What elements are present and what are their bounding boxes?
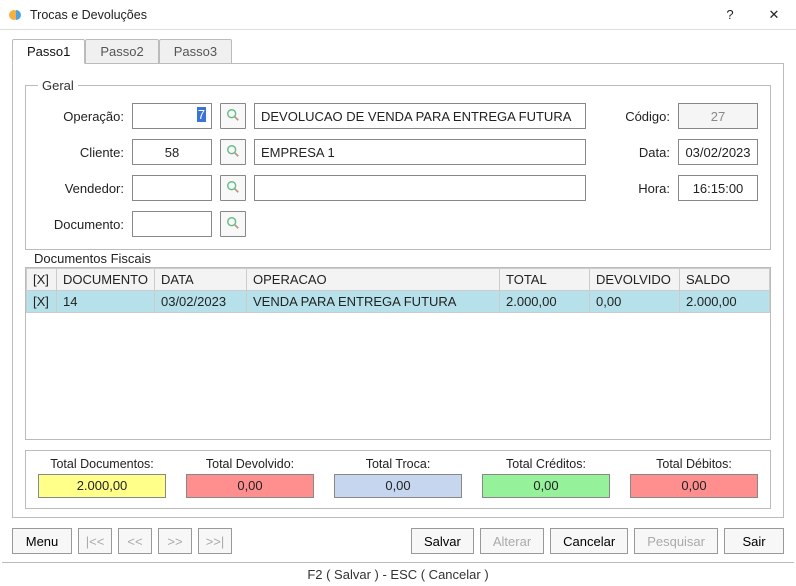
total-documentos-value: 2.000,00 [38, 474, 166, 498]
operacao-desc-input[interactable] [254, 103, 586, 129]
nav-prev-button[interactable]: << [118, 528, 152, 554]
operacao-code-value: 7 [197, 107, 206, 122]
cell-operacao: VENDA PARA ENTREGA FUTURA [246, 291, 499, 313]
totals-bar: Total Documentos: 2.000,00 Total Devolvi… [25, 450, 771, 509]
total-documentos: Total Documentos: 2.000,00 [38, 457, 166, 498]
window-title: Trocas e Devoluções [30, 8, 708, 22]
tab-passo1[interactable]: Passo1 [12, 39, 85, 64]
tab-passo3[interactable]: Passo3 [159, 39, 232, 64]
total-devolvido-label: Total Devolvido: [186, 457, 314, 471]
cliente-desc-input[interactable] [254, 139, 586, 165]
cell-total: 2.000,00 [500, 291, 590, 313]
documento-input[interactable] [132, 211, 212, 237]
label-operacao: Operação: [38, 109, 124, 124]
hora-input[interactable] [678, 175, 758, 201]
label-documento: Documento: [38, 217, 124, 232]
alterar-button[interactable]: Alterar [480, 528, 544, 554]
cell-sel[interactable]: [X] [27, 291, 57, 313]
status-text: F2 ( Salvar ) - ESC ( Cancelar ) [307, 567, 488, 582]
group-geral: Geral Operação: 7 Código: Cliente: [25, 78, 771, 250]
total-troca: Total Troca: 0,00 [334, 457, 462, 498]
legend-geral: Geral [38, 78, 78, 93]
total-debitos: Total Débitos: 0,00 [630, 457, 758, 498]
label-hora: Hora: [614, 181, 670, 196]
main-panel: Geral Operação: 7 Código: Cliente: [12, 63, 784, 518]
cell-data: 03/02/2023 [154, 291, 246, 313]
total-debitos-value: 0,00 [630, 474, 758, 498]
label-vendedor: Vendedor: [38, 181, 124, 196]
search-icon [226, 108, 240, 125]
total-devolvido-value: 0,00 [186, 474, 314, 498]
total-creditos: Total Créditos: 0,00 [482, 457, 610, 498]
total-documentos-label: Total Documentos: [38, 457, 166, 471]
nav-last-button[interactable]: >>| [198, 528, 232, 554]
label-codigo: Código: [614, 109, 670, 124]
search-icon [226, 144, 240, 161]
cell-documento: 14 [57, 291, 155, 313]
label-cliente: Cliente: [38, 145, 124, 160]
label-data: Data: [614, 145, 670, 160]
vendedor-code-input[interactable] [132, 175, 212, 201]
cliente-code-input[interactable] [132, 139, 212, 165]
total-debitos-label: Total Débitos: [630, 457, 758, 471]
pesquisar-button[interactable]: Pesquisar [634, 528, 718, 554]
operacao-search-button[interactable] [220, 103, 246, 129]
sair-button[interactable]: Sair [724, 528, 784, 554]
cell-saldo: 2.000,00 [680, 291, 770, 313]
total-devolvido: Total Devolvido: 0,00 [186, 457, 314, 498]
search-icon [226, 216, 240, 233]
search-icon [226, 180, 240, 197]
cancelar-button[interactable]: Cancelar [550, 528, 628, 554]
total-creditos-value: 0,00 [482, 474, 610, 498]
close-button[interactable]: ✕ [752, 0, 796, 30]
table-row[interactable]: [X] 14 03/02/2023 VENDA PARA ENTREGA FUT… [27, 291, 770, 313]
total-troca-value: 0,00 [334, 474, 462, 498]
nav-next-button[interactable]: >> [158, 528, 192, 554]
button-bar: Menu |<< << >> >>| Salvar Alterar Cancel… [0, 518, 796, 562]
vendedor-desc-input[interactable] [254, 175, 586, 201]
salvar-button[interactable]: Salvar [411, 528, 474, 554]
vendedor-search-button[interactable] [220, 175, 246, 201]
data-input[interactable] [678, 139, 758, 165]
help-button[interactable]: ? [708, 0, 752, 30]
codigo-input [678, 103, 758, 129]
tab-passo2[interactable]: Passo2 [85, 39, 158, 64]
cell-devolvido: 0,00 [590, 291, 680, 313]
grid-documentos-fiscais[interactable]: [X] DOCUMENTO DATA OPERACAO TOTAL DEVOLV… [25, 267, 771, 440]
total-creditos-label: Total Créditos: [482, 457, 610, 471]
titlebar: Trocas e Devoluções ? ✕ [0, 0, 796, 30]
grid-empty-area[interactable] [26, 313, 770, 439]
tab-bar: Passo1 Passo2 Passo3 [0, 30, 796, 63]
total-troca-label: Total Troca: [334, 457, 462, 471]
status-bar: F2 ( Salvar ) - ESC ( Cancelar ) [2, 562, 794, 586]
nav-first-button[interactable]: |<< [78, 528, 112, 554]
documento-search-button[interactable] [220, 211, 246, 237]
menu-button[interactable]: Menu [12, 528, 72, 554]
app-icon [8, 7, 24, 23]
cliente-search-button[interactable] [220, 139, 246, 165]
legend-documentos-fiscais: Documentos Fiscais [31, 251, 154, 266]
